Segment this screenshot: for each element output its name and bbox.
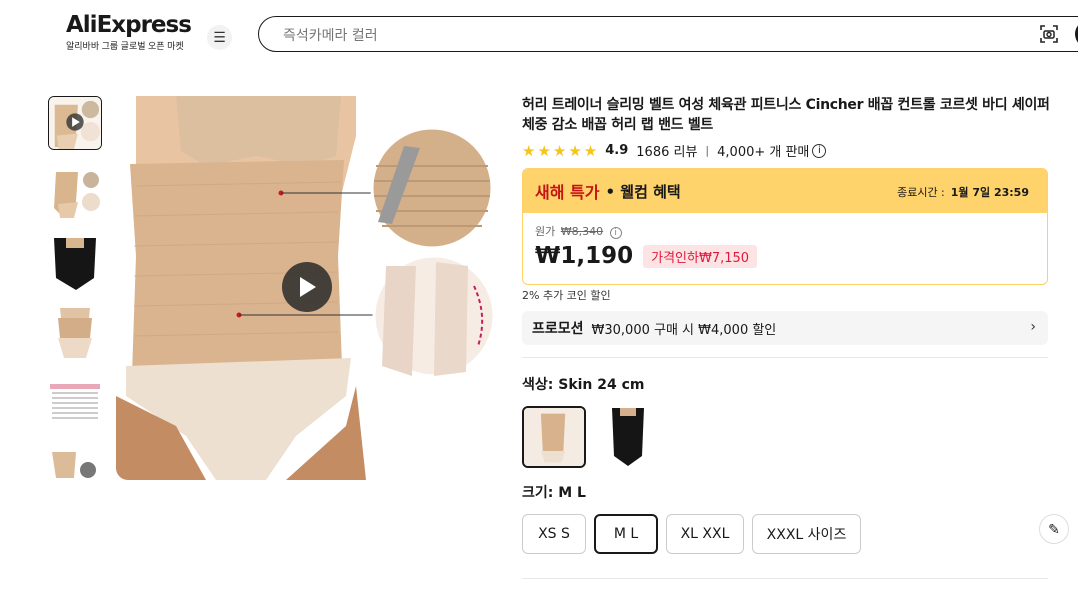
- logo-text: AliExpress: [66, 12, 192, 38]
- size-label: 크기: M L: [522, 485, 586, 501]
- divider: [522, 578, 1048, 579]
- promotion-label: 프로모션: [532, 321, 584, 337]
- color-swatch-black[interactable]: [596, 406, 660, 468]
- color-swatch-skin[interactable]: [522, 406, 586, 468]
- thumbnail-3[interactable]: [48, 238, 102, 292]
- info-icon[interactable]: i: [609, 227, 622, 239]
- chevron-right-icon: ›: [1030, 319, 1036, 335]
- deal-box: 새해 특가 • 웰컴 혜택 종료시간 : 1월 7일 23:59 원가 ₩8,34…: [522, 168, 1048, 285]
- divider: [522, 357, 1048, 358]
- info-icon[interactable]: i: [812, 143, 827, 158]
- review-count[interactable]: 1686 리뷰: [636, 141, 697, 160]
- deal-header: 새해 특가 • 웰컴 혜택 종료시간 : 1월 7일 23:59: [523, 169, 1047, 213]
- product-title: 허리 트레이너 슬리밍 벨트 여성 체육관 피트니스 Cincher 배꼽 컨트…: [522, 97, 1050, 133]
- separator: |: [705, 144, 710, 157]
- main-product-image[interactable]: [116, 96, 498, 480]
- aliexpress-logo[interactable]: AliExpress 알리바바 그룹 글로벌 오픈 마켓: [66, 12, 196, 52]
- thumbnail-2[interactable]: [48, 168, 102, 222]
- deal-subtitle: • 웰컴 혜택: [605, 182, 681, 201]
- thumbnail-6[interactable]: [48, 448, 102, 480]
- deal-end-label: 종료시간 :: [897, 186, 945, 199]
- search-bar[interactable]: 즉석카메라 컬러: [258, 16, 1078, 52]
- edit-pencil-icon[interactable]: ✎: [1039, 514, 1069, 544]
- thumbnail-video[interactable]: [48, 96, 102, 150]
- size-option-m-l[interactable]: M L: [594, 514, 658, 554]
- star-rating-icon: ★★★★★: [522, 141, 600, 160]
- rating-row: ★★★★★ 4.9 1686 리뷰 | 4,000+ 개 판매 i: [522, 141, 827, 160]
- camera-search-icon[interactable]: [1039, 24, 1059, 44]
- logo-subtitle: 알리바바 그룹 글로벌 오픈 마켓: [66, 41, 184, 51]
- original-price-label: 원가: [535, 225, 556, 238]
- promotion-text: ₩30,000 구매 시 ₩4,000 할인: [591, 322, 777, 338]
- original-price-value: ₩8,340: [560, 225, 604, 238]
- sold-count: 4,000+ 개 판매: [717, 145, 810, 160]
- rating-score: 4.9: [605, 143, 629, 158]
- price-row: ₩1,190 가격인하₩7,150: [535, 243, 1035, 269]
- size-option-xs-s[interactable]: XS S: [522, 514, 586, 554]
- thumbnail-5[interactable]: [48, 378, 102, 432]
- size-option-xxxl[interactable]: XXXL 사이즈: [752, 514, 861, 554]
- current-price: ₩1,190: [535, 243, 634, 269]
- deal-end-time: 종료시간 : 1월 7일 23:59: [897, 184, 1029, 200]
- original-price: 원가 ₩8,340 i: [535, 223, 1035, 239]
- coin-discount-text: 2% 추가 코인 할인: [522, 289, 611, 302]
- promotion-bar[interactable]: 프로모션 ₩30,000 구매 시 ₩4,000 할인 ›: [522, 311, 1048, 345]
- search-input[interactable]: 즉석카메라 컬러: [283, 25, 378, 45]
- deal-title: 새해 특가: [535, 183, 600, 202]
- size-option-xl-xxl[interactable]: XL XXL: [666, 514, 744, 554]
- discount-badge: 가격인하₩7,150: [643, 244, 758, 268]
- thumbnail-list: [48, 96, 102, 480]
- deal-end-value: 1월 7일 23:59: [950, 186, 1029, 199]
- color-label: 색상: Skin 24 cm: [522, 377, 645, 393]
- hamburger-icon[interactable]: ☰: [207, 25, 232, 50]
- deal-body: 원가 ₩8,340 i ₩1,190 가격인하₩7,150: [523, 213, 1047, 279]
- thumbnail-4[interactable]: [48, 308, 102, 362]
